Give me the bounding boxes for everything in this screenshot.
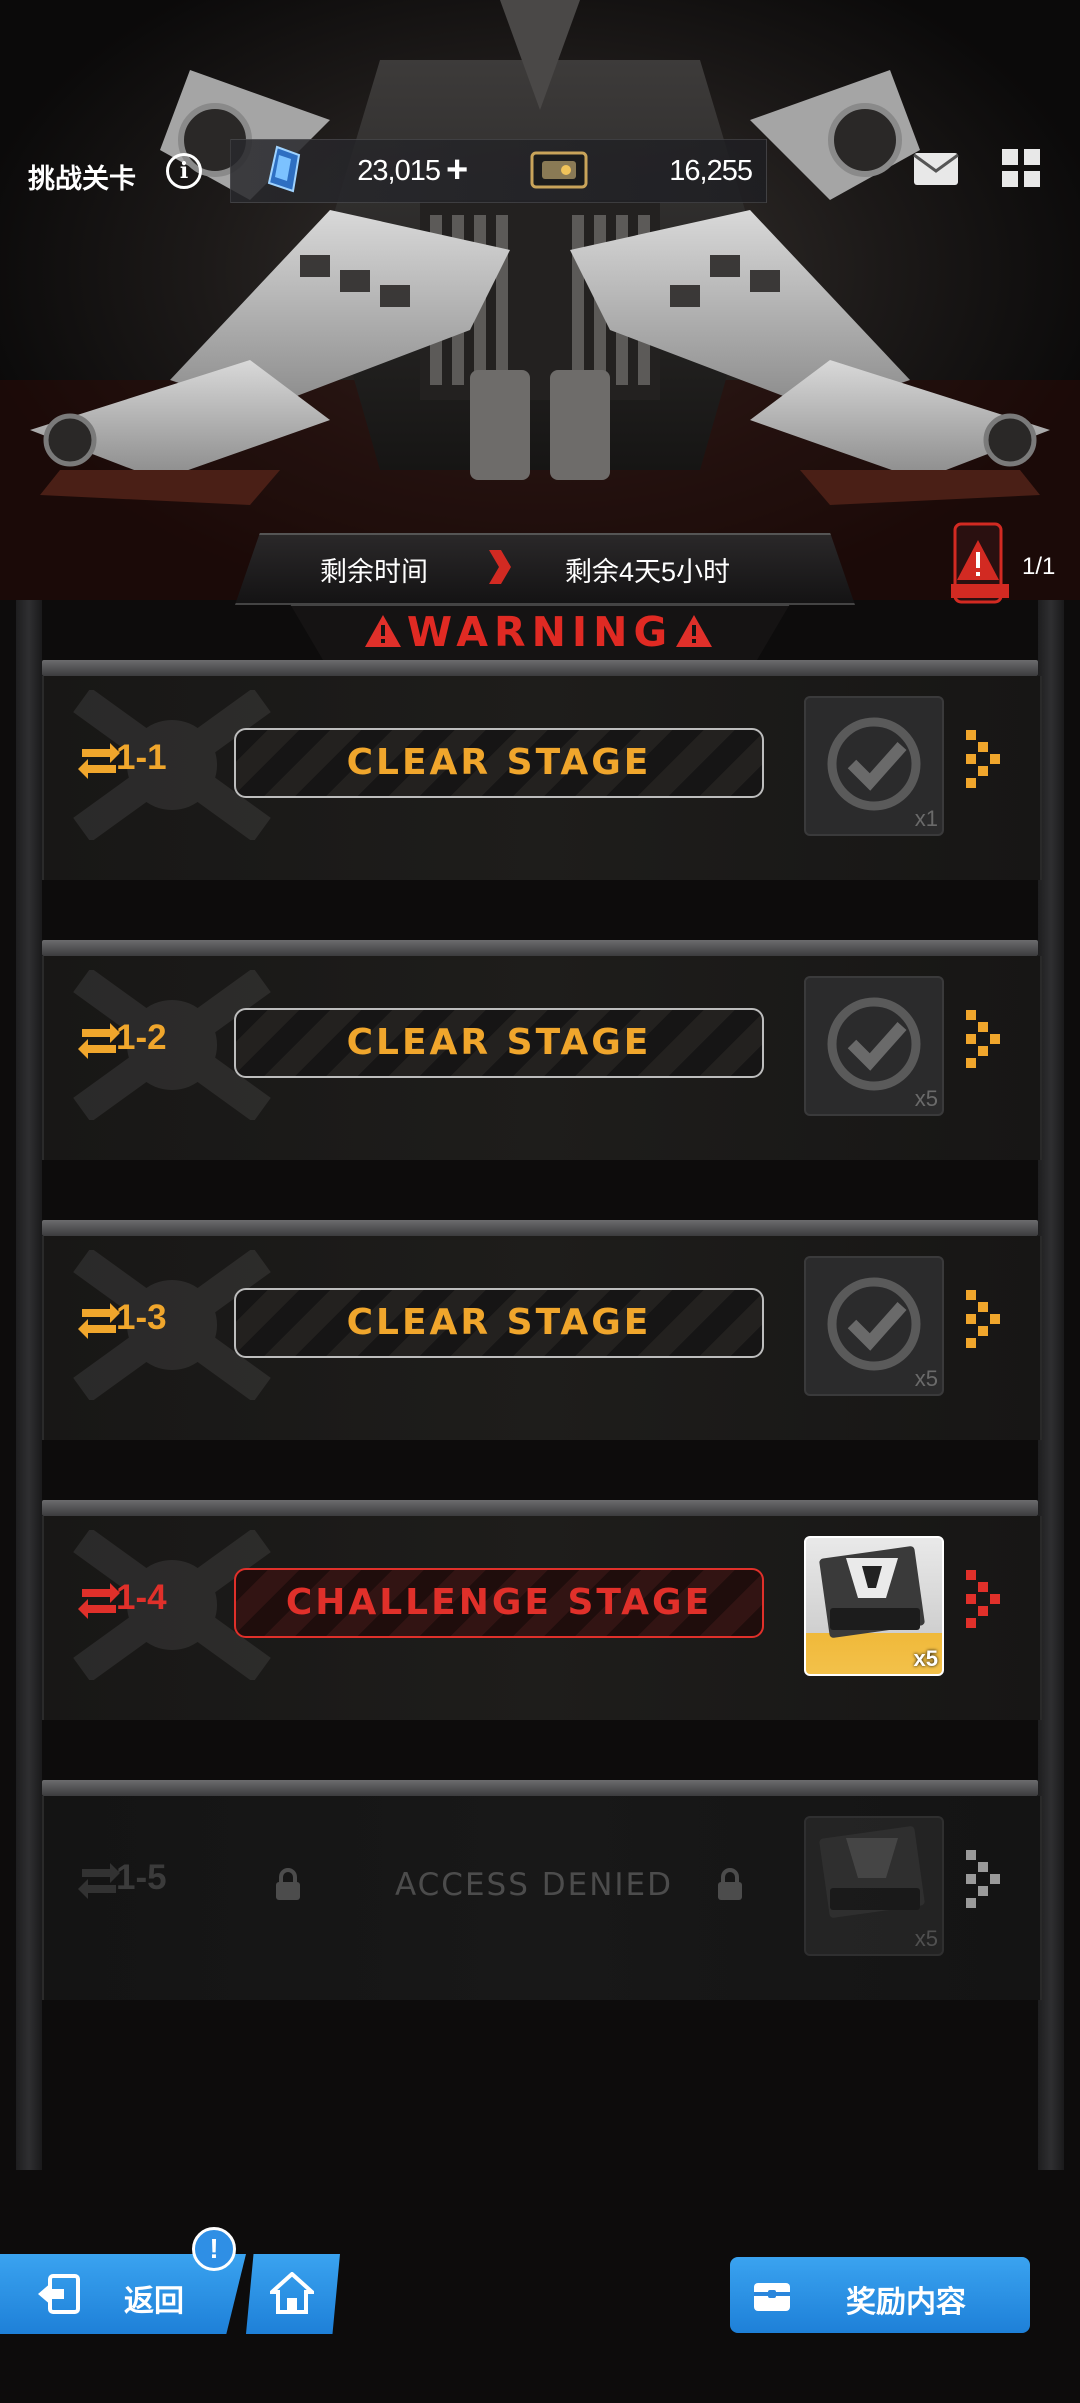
row-frame-top [42,940,1038,956]
danger-count: 1/1 [1022,553,1056,580]
info-icon[interactable]: i [166,153,202,189]
reward-quantity: x5 [914,1926,938,1951]
chevron-right-icon[interactable] [966,1010,1002,1070]
row-frame-top [42,1220,1038,1236]
clear-stage-button[interactable]: CLEAR STAGE [234,728,764,798]
chest-icon [754,2283,790,2311]
lock-icon [718,1868,742,1900]
boss-mech-illustration [0,0,1080,600]
stage-button-label: CHALLENGE STAGE [285,1582,713,1623]
home-icon [270,2272,314,2314]
lock-icon [276,1868,300,1900]
reward-quantity: x1 [914,806,938,831]
mail-icon[interactable] [912,151,960,187]
grid-menu-icon[interactable] [1002,149,1040,187]
reward-quantity: x5 [914,1086,938,1111]
row-frame-top [42,1500,1038,1516]
chevron-right-icon [489,550,511,584]
boss-banner [0,0,1080,600]
clear-stage-button[interactable]: CLEAR STAGE [234,1288,764,1358]
stage-label: 1-5 [116,1858,167,1897]
exit-icon [38,2274,80,2314]
card-count: 16,255 [669,155,753,187]
stage-label: 1-1 [116,738,167,777]
back-label: 返回 [124,2285,184,2318]
side-rail-left [16,600,42,2170]
stage-button-label: CLEAR STAGE [346,1022,652,1063]
stage-button-label: CLEAR STAGE [346,742,652,783]
reward-item: x5 [804,1816,944,1956]
notification-badge[interactable]: ! [192,2227,236,2271]
reward-contents-label: 奖励内容 [846,2286,966,2319]
stage-row[interactable]: 1-3 CLEAR STAGE x5 [42,1220,1042,1490]
stage-row[interactable]: 1-1 CLEAR STAGE x1 [42,660,1042,930]
home-button[interactable] [246,2254,340,2334]
row-frame-top [42,1780,1038,1796]
danger-icon[interactable] [945,520,1015,610]
top-bar: 挑战关卡 i 23,015 + 16,255 [0,135,1080,207]
chevron-right-icon[interactable] [966,730,1002,790]
warning-triangle-icon [676,615,712,647]
crystal-icon [267,145,301,193]
stage-label: 1-3 [116,1298,167,1337]
access-denied-label: ACCESS DENIED [395,1867,673,1903]
chevron-right-icon[interactable] [966,1570,1002,1630]
reward-quantity: x5 [914,1366,938,1391]
stage-label: 1-4 [116,1578,167,1617]
stage-row-active[interactable]: 1-4 CHALLENGE STAGE x5 [42,1500,1042,1770]
ticket-card-icon [530,151,588,189]
reward-item[interactable]: x1 [804,696,944,836]
chevron-right-icon[interactable] [966,1290,1002,1350]
reward-item[interactable]: x5 [804,976,944,1116]
row-frame-top [42,660,1038,676]
reward-item[interactable]: x5 [804,1536,944,1676]
timer-label: 剩余时间 [320,557,428,587]
crystal-count: 23,015 [357,155,441,187]
stage-row-locked: 1-5 ACCESS DENIED x5 [42,1780,1042,2050]
timer-value: 剩余4天5小时 [565,557,731,587]
clear-stage-button[interactable]: CLEAR STAGE [234,1008,764,1078]
stage-row[interactable]: 1-2 CLEAR STAGE x5 [42,940,1042,1210]
reward-contents-button[interactable]: 奖励内容 [730,2257,1030,2333]
stage-button-label: CLEAR STAGE [346,1302,652,1343]
chevron-right-icon [966,1850,1000,1908]
reward-item[interactable]: x5 [804,1256,944,1396]
page-title: 挑战关卡 [28,164,136,194]
reward-quantity: x5 [913,1646,938,1671]
add-crystal-icon[interactable]: + [446,149,468,192]
challenge-stage-button[interactable]: CHALLENGE STAGE [234,1568,764,1638]
stage-label: 1-2 [116,1018,167,1057]
